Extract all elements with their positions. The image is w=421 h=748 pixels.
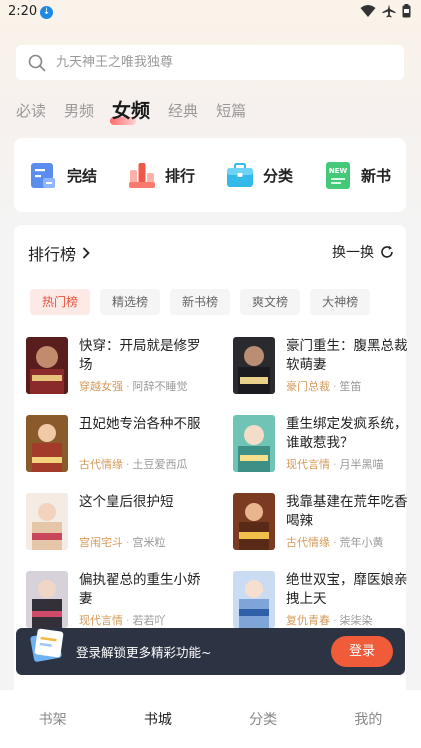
book-stack-icon [30,628,64,662]
book-meta: 现代言情 · 若若吖 [79,614,166,627]
book-cover [26,415,68,472]
quick-link-complete[interactable]: 完结 [29,160,97,190]
book-title: 绝世双宝，靡医娘亲拽上天 [286,572,408,607]
airplane-icon [382,4,396,18]
book-author: 土豆爱西瓜 [132,458,188,471]
book-item[interactable]: 绝世双宝，靡医娘亲拽上天 复仇青春 · 柒柒染 [233,571,413,633]
refresh-label: 换一换 [332,245,374,261]
book-cover [26,493,68,550]
login-hint: 登录解锁更多精彩功能~ [76,645,212,660]
book-title: 偏执翟总的重生小娇妻 [79,572,201,607]
tab-male[interactable]: 男频 [64,100,94,122]
svg-text:NEW: NEW [329,167,348,175]
wifi-icon [360,5,376,17]
login-banner: 登录解锁更多精彩功能~ 登录 [16,628,405,675]
ranking-chips: 热门榜 精选榜 新书榜 爽文榜 大神榜 [30,289,371,315]
new-book-icon: NEW [325,162,350,189]
book-item[interactable]: 重生绑定发疯系统，谁敢惹我？ 现代言情 · 月半黑喵 [233,415,413,477]
book-title: 重生绑定发疯系统，谁敢惹我？ [286,416,408,451]
chip-selected[interactable]: 精选榜 [100,289,161,315]
book-tag: 宫闱宅斗 [79,536,123,549]
login-button[interactable]: 登录 [331,636,393,667]
book-tag: 复仇青春 [286,614,330,627]
book-cover [233,415,275,472]
quick-link-label: 排行 [164,166,195,185]
book-author: 荒年小黄 [339,536,384,549]
quick-link-new-book[interactable]: NEW 新书 [323,160,391,190]
book-meta: 现代言情 · 月半黑喵 [286,458,384,471]
complete-icon [30,163,55,188]
book-title: 这个皇后很护短 [79,494,174,510]
book-title: 豪门重生：腹黑总裁软萌妻 [286,338,408,373]
book-item[interactable]: 豪门重生：腹黑总裁软萌妻 豪门总裁 · 笙笛 [233,337,413,399]
book-author: 笙笛 [339,380,362,393]
tab-classic[interactable]: 经典 [168,100,198,122]
book-author: 柒柒染 [339,614,373,627]
nav-bookstore[interactable]: 书城 [118,709,198,729]
quick-link-label: 新书 [360,166,391,185]
book-cover [26,337,68,394]
book-tag: 古代情缘 [286,536,330,549]
book-tag: 现代言情 [79,614,123,627]
book-item[interactable]: 丑妃她专治各种不服 古代情缘 · 土豆爱西瓜 [26,415,206,477]
chip-new[interactable]: 新书榜 [170,289,231,315]
ranking-panel: 排行榜 换一换 热门榜 精选榜 新书榜 爽文榜 大神榜 快穿：开局就是修罗场 穿… [14,225,408,695]
quick-link-label: 分类 [262,166,293,185]
quick-link-category[interactable]: 分类 [225,160,293,190]
download-icon: ↓ [40,6,53,19]
tab-must-read[interactable]: 必读 [16,100,46,122]
search-input[interactable] [56,55,376,70]
tab-female[interactable]: 女频 [110,100,150,125]
search-icon [28,54,46,71]
book-cover [26,571,68,628]
status-bar: 2:20 ↓ [0,0,421,26]
tab-short[interactable]: 短篇 [216,100,246,122]
book-meta: 穿越女强 · 阿辞不睡觉 [79,380,188,393]
chip-hot[interactable]: 热门榜 [30,289,91,315]
nav-mine[interactable]: 我的 [328,709,408,729]
book-tag: 古代情缘 [79,458,123,471]
bottom-nav: 书架 书城 分类 我的 [0,690,421,748]
battery-icon [402,4,411,18]
book-item[interactable]: 我靠基建在荒年吃香喝辣 古代情缘 · 荒年小黄 [233,493,413,555]
nav-category[interactable]: 分类 [223,709,303,729]
ranking-icon [128,163,155,188]
ranking-title[interactable]: 排行榜 [28,241,90,265]
category-icon [226,163,253,187]
ranking-title-text: 排行榜 [28,245,77,264]
book-meta: 宫闱宅斗 · 宫米粒 [79,536,166,549]
book-tag: 现代言情 [286,458,330,471]
book-author: 月半黑喵 [339,458,384,471]
book-cover [233,571,275,628]
book-title: 我靠基建在荒年吃香喝辣 [286,494,408,529]
refresh-button[interactable]: 换一换 [332,242,394,262]
book-meta: 复仇青春 · 柒柒染 [286,614,373,627]
book-tag: 穿越女强 [79,380,123,393]
quick-links-card: 完结 排行 分类 NEW 新书 [14,138,406,212]
status-time: 2:20 [8,4,38,19]
book-meta: 古代情缘 · 土豆爱西瓜 [79,458,188,471]
book-author: 宫米粒 [132,536,166,549]
book-meta: 豪门总裁 · 笙笛 [286,380,362,393]
book-title: 丑妃她专治各种不服 [79,416,201,432]
book-author: 若若吖 [132,614,166,627]
chip-cool[interactable]: 爽文榜 [240,289,301,315]
book-item[interactable]: 这个皇后很护短 宫闱宅斗 · 宫米粒 [26,493,206,555]
book-cover [233,493,275,550]
book-item[interactable]: 快穿：开局就是修罗场 穿越女强 · 阿辞不睡觉 [26,337,206,399]
book-cover [233,337,275,394]
chevron-right-icon [82,247,90,259]
refresh-icon [381,245,393,258]
quick-link-label: 完结 [66,166,97,185]
book-meta: 古代情缘 · 荒年小黄 [286,536,384,549]
book-tag: 豪门总裁 [286,380,330,393]
book-title: 快穿：开局就是修罗场 [79,338,201,373]
search-box[interactable] [16,45,404,80]
quick-link-ranking[interactable]: 排行 [127,160,195,190]
book-author: 阿辞不睡觉 [132,380,188,393]
channel-tabs: 必读 男频 女频 经典 短篇 [16,92,264,125]
chip-master[interactable]: 大神榜 [310,289,371,315]
nav-bookshelf[interactable]: 书架 [13,709,93,729]
status-icons [360,4,411,18]
